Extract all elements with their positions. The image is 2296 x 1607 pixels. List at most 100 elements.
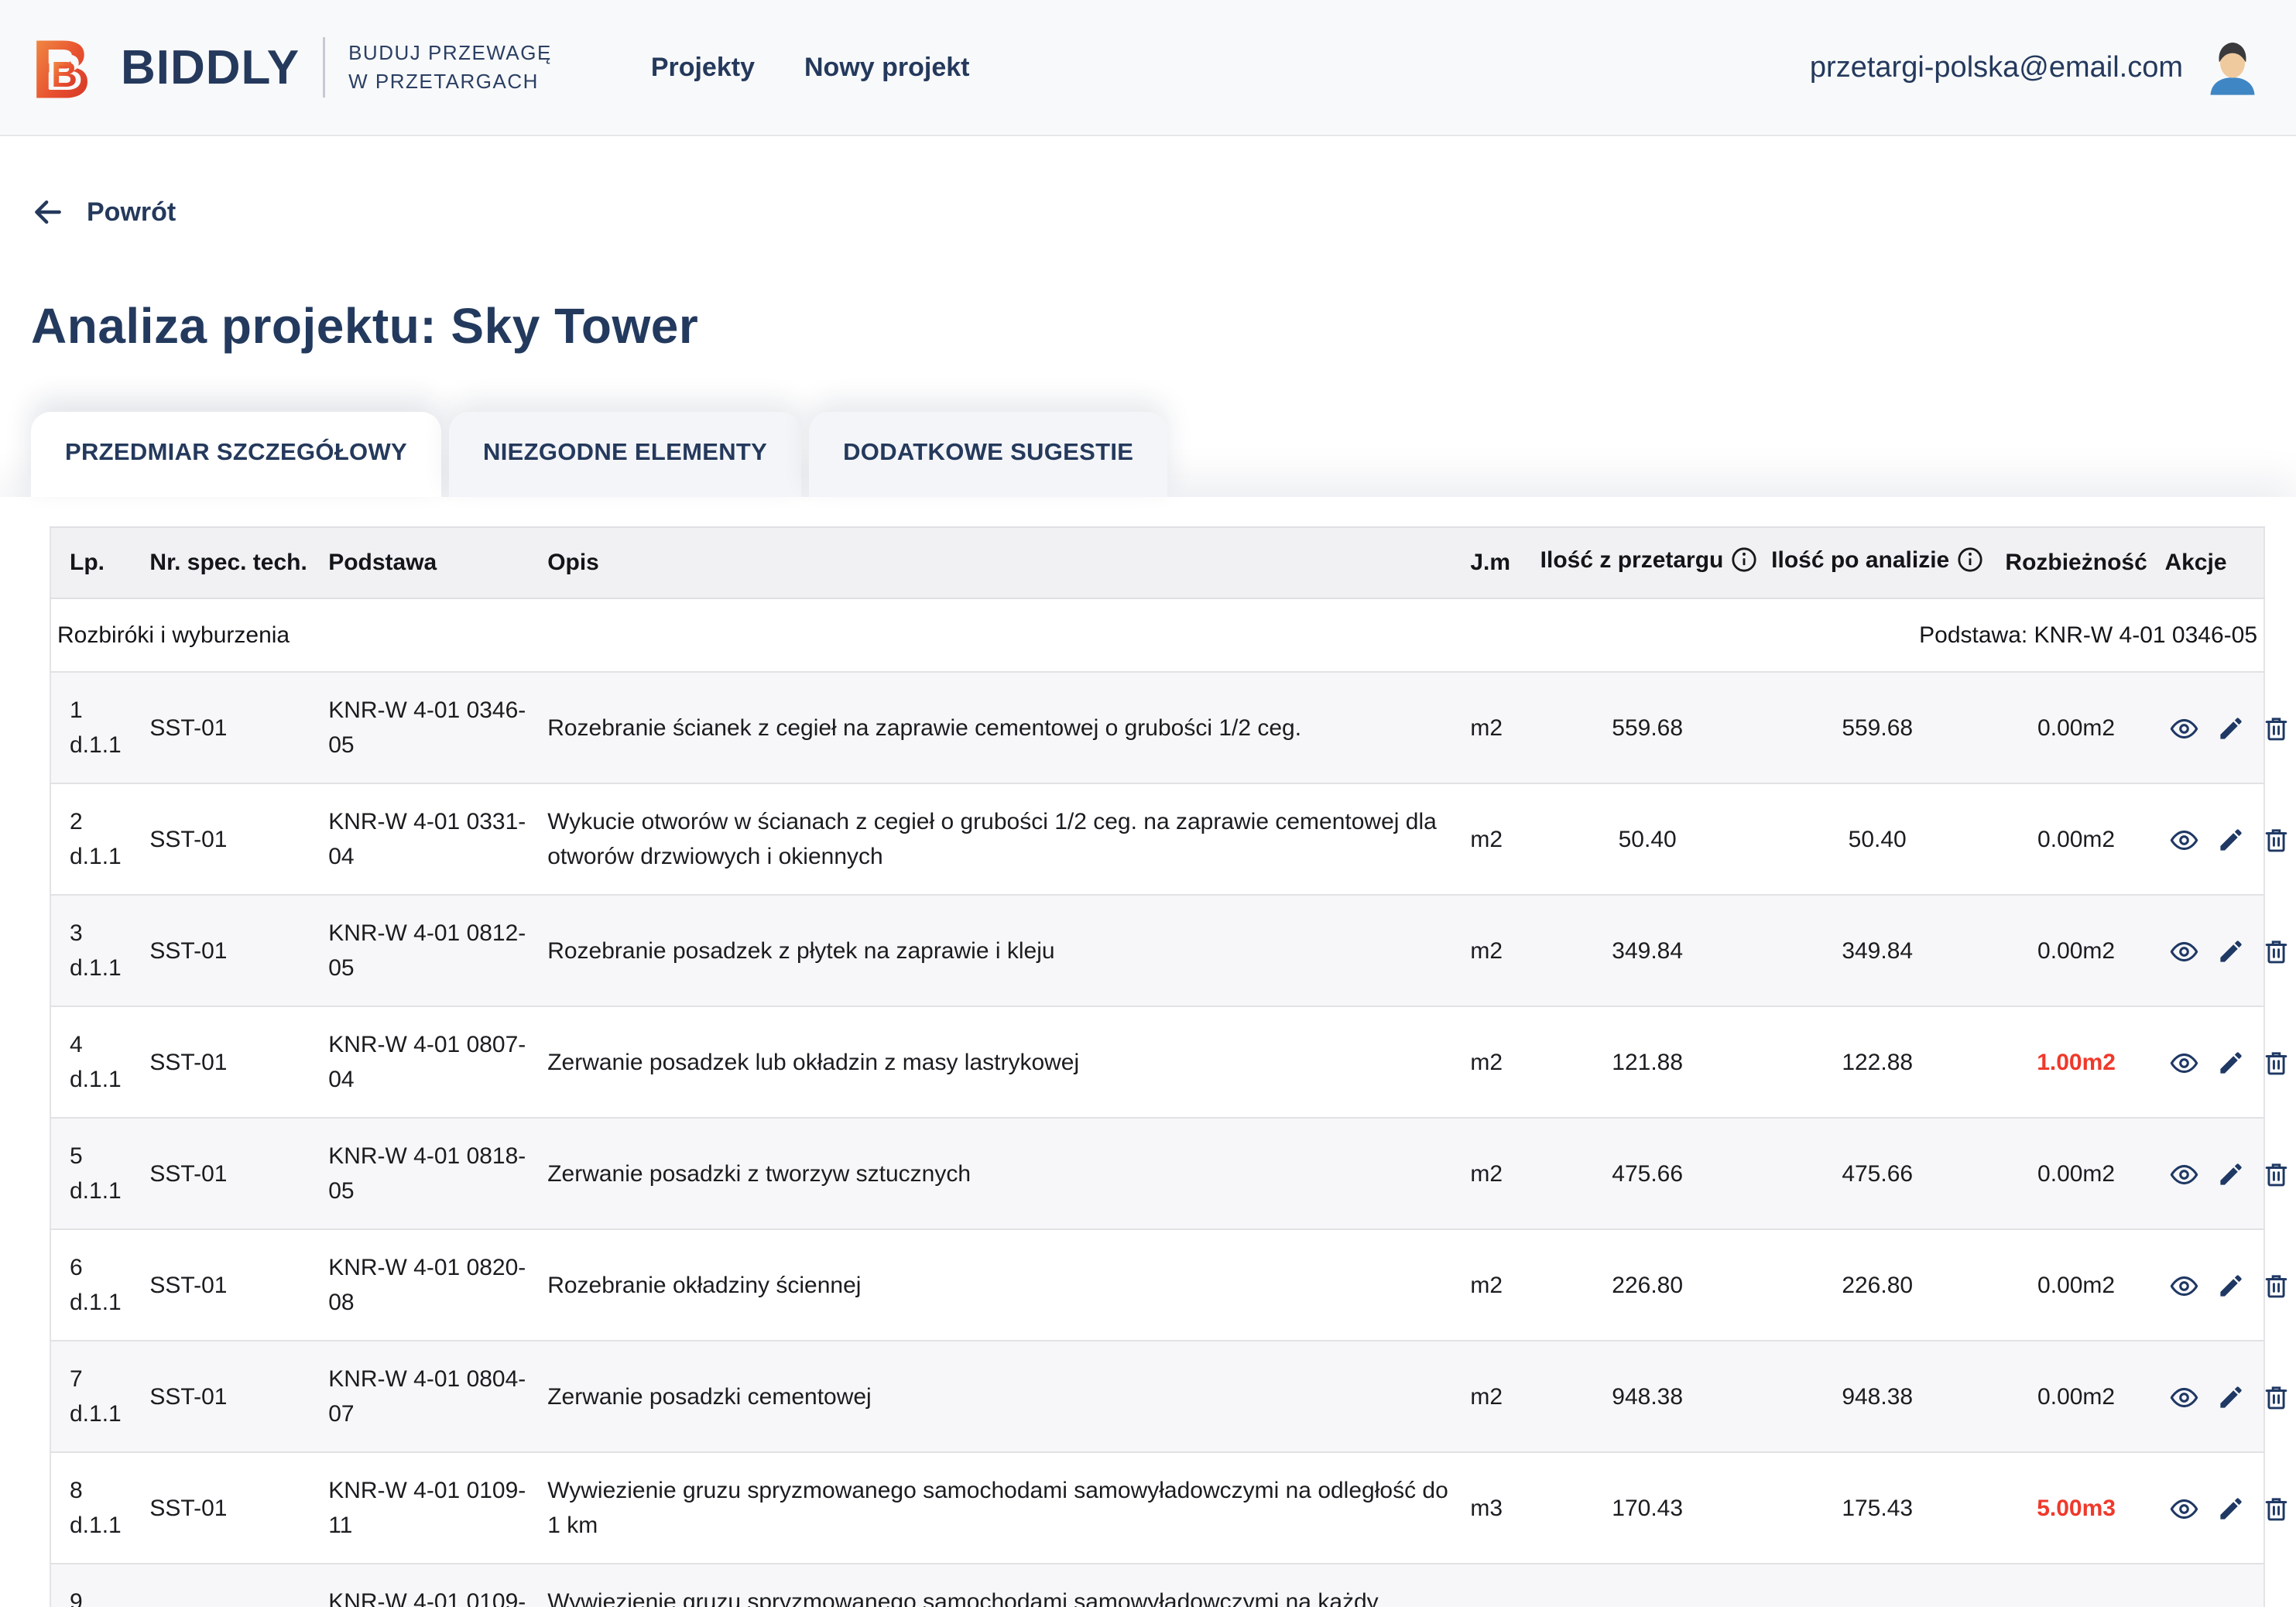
edit-button[interactable] — [2216, 826, 2245, 855]
row-divergence: 0.00m2 — [1994, 783, 2159, 895]
view-button[interactable] — [2170, 826, 2198, 855]
row-qty-analysis: 175.43 — [1761, 1452, 1994, 1564]
view-button[interactable] — [2170, 1160, 2198, 1189]
back-button[interactable]: Powrót — [31, 195, 176, 229]
trash-icon — [2262, 826, 2291, 855]
row-qty-tender: 121.88 — [1534, 1006, 1761, 1118]
nav-projekty[interactable]: Projekty — [651, 53, 755, 83]
user-avatar[interactable] — [2203, 38, 2262, 97]
edit-button[interactable] — [2216, 1049, 2245, 1078]
eye-icon — [2170, 826, 2198, 855]
delete-button[interactable] — [2262, 826, 2291, 855]
row-actions — [2158, 1006, 2264, 1118]
row-actions — [2158, 1229, 2264, 1341]
tab-dodatkowe-sugestie[interactable]: DODATKOWE SUGESTIE — [809, 412, 1167, 497]
row-actions — [2158, 1118, 2264, 1229]
row-podstawa: KNR-W 4-01 0109-12 — [322, 1564, 541, 1607]
edit-button[interactable] — [2216, 1272, 2245, 1300]
view-button[interactable] — [2170, 937, 2198, 966]
delete-button[interactable] — [2262, 1160, 2291, 1189]
pencil-icon — [2216, 937, 2245, 966]
tab-bar: PRZEDMIAR SZCZEGÓŁOWY NIEZGODNE ELEMENTY… — [31, 412, 2265, 497]
row-actions — [2158, 783, 2264, 895]
pencil-icon — [2216, 1383, 2245, 1412]
row-divergence: 0.00m2 — [1994, 1341, 2159, 1452]
row-qty-tender: 175.43 — [1534, 1564, 1761, 1607]
info-icon[interactable] — [1731, 547, 1757, 579]
trash-icon — [2262, 714, 2291, 743]
row-qty-analysis: 122.88 — [1761, 1006, 1994, 1118]
row-qty-analysis: 175.43 — [1761, 1564, 1994, 1607]
row-lp: 3 d.1.1 — [50, 895, 143, 1006]
view-button[interactable] — [2170, 1383, 2198, 1412]
row-spec: SST-01 — [143, 1564, 322, 1607]
trash-icon — [2262, 1272, 2291, 1300]
eye-icon — [2170, 1383, 2198, 1412]
row-jm: m3 — [1464, 1452, 1534, 1564]
table-row: 2 d.1.1SST-01KNR-W 4-01 0331-04Wykucie o… — [50, 783, 2264, 895]
edit-button[interactable] — [2216, 1383, 2245, 1412]
row-lp: 4 d.1.1 — [50, 1006, 143, 1118]
logo-tagline: BUDUJ PRZEWAGĘ W PRZETARGACH — [348, 41, 552, 94]
row-opis: Wywiezienie gruzu spryzmowanego samochod… — [541, 1452, 1464, 1564]
row-jm: m2 — [1464, 672, 1534, 783]
delete-button[interactable] — [2262, 714, 2291, 743]
biddly-logo-icon: B B B — [31, 28, 110, 107]
view-button[interactable] — [2170, 1495, 2198, 1523]
row-qty-analysis: 948.38 — [1761, 1341, 1994, 1452]
col-rozbieznosc: Rozbieżność — [1994, 527, 2159, 598]
col-opis: Opis — [541, 527, 1464, 598]
section-podstawa: Podstawa: KNR-W 4-01 0346-05 — [1464, 598, 2264, 672]
row-actions — [2158, 1564, 2264, 1607]
row-lp: 7 d.1.1 — [50, 1341, 143, 1452]
row-divergence: 5.00m3 — [1994, 1452, 2159, 1564]
edit-button[interactable] — [2216, 1495, 2245, 1523]
row-opis: Zerwanie posadzki z tworzyw sztucznych — [541, 1118, 1464, 1229]
pencil-icon — [2216, 1272, 2245, 1300]
delete-button[interactable] — [2262, 1049, 2291, 1078]
edit-button[interactable] — [2216, 937, 2245, 966]
row-podstawa: KNR-W 4-01 0812-05 — [322, 895, 541, 1006]
back-label: Powrót — [87, 197, 176, 228]
pencil-icon — [2216, 714, 2245, 743]
row-opis: Wywiezienie gruzu spryzmowanego samochod… — [541, 1564, 1464, 1607]
table-row: 6 d.1.1SST-01KNR-W 4-01 0820-08Rozebrani… — [50, 1229, 2264, 1341]
content-panel: Lp. Nr. spec. tech. Podstawa Opis J.m Il… — [0, 497, 2296, 1607]
row-jm: m2 — [1464, 1118, 1534, 1229]
col-ilosc-po-analizie: Ilość po analizie — [1761, 527, 1994, 598]
section-name: Rozbiróki i wyburzenia — [50, 598, 1464, 672]
col-ilosc-z-przetargu: Ilość z przetargu — [1534, 527, 1761, 598]
biddly-logo[interactable]: B B B BIDDLY BUDUJ PRZEWAGĘ W PRZETARGAC… — [31, 28, 552, 107]
eye-icon — [2170, 937, 2198, 966]
row-lp: 8 d.1.1 — [50, 1452, 143, 1564]
row-podstawa: KNR-W 4-01 0804-07 — [322, 1341, 541, 1452]
tab-przedmiar-szczegolowy[interactable]: PRZEDMIAR SZCZEGÓŁOWY — [31, 412, 441, 497]
row-jm: m2 — [1464, 1341, 1534, 1452]
row-qty-analysis: 475.66 — [1761, 1118, 1994, 1229]
delete-button[interactable] — [2262, 1495, 2291, 1523]
row-lp: 1 d.1.1 — [50, 672, 143, 783]
edit-button[interactable] — [2216, 1160, 2245, 1189]
delete-button[interactable] — [2262, 1383, 2291, 1412]
tab-niezgodne-elementy[interactable]: NIEZGODNE ELEMENTY — [449, 412, 801, 497]
nav-nowy-projekt[interactable]: Nowy projekt — [804, 53, 969, 83]
view-button[interactable] — [2170, 1272, 2198, 1300]
edit-button[interactable] — [2216, 714, 2245, 743]
col-jm: J.m — [1464, 527, 1534, 598]
col-nr-spec-tech: Nr. spec. tech. — [143, 527, 322, 598]
delete-button[interactable] — [2262, 1272, 2291, 1300]
view-button[interactable] — [2170, 714, 2198, 743]
pencil-icon — [2216, 826, 2245, 855]
trash-icon — [2262, 937, 2291, 966]
delete-button[interactable] — [2262, 937, 2291, 966]
table-row: 5 d.1.1SST-01KNR-W 4-01 0818-05Zerwanie … — [50, 1118, 2264, 1229]
row-lp: 2 d.1.1 — [50, 783, 143, 895]
row-spec: SST-01 — [143, 1229, 322, 1341]
info-icon[interactable] — [1957, 547, 1983, 579]
row-podstawa: KNR-W 4-01 0331-04 — [322, 783, 541, 895]
row-qty-tender: 475.66 — [1534, 1118, 1761, 1229]
row-lp: 5 d.1.1 — [50, 1118, 143, 1229]
view-button[interactable] — [2170, 1049, 2198, 1078]
row-podstawa: KNR-W 4-01 0818-05 — [322, 1118, 541, 1229]
page-title: Analiza projektu: Sky Tower — [31, 297, 2265, 355]
